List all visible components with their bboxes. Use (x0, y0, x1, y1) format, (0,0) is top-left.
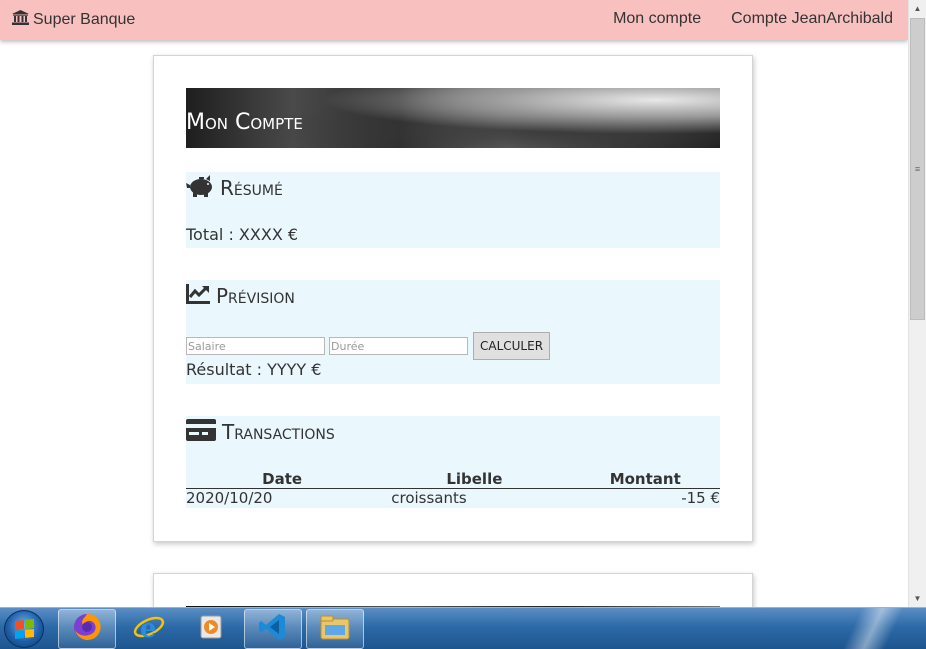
account-card: Mon Compte Résumé Total : XXXX € Prévisi… (153, 55, 753, 542)
taskbar-file-explorer[interactable] (306, 609, 364, 649)
chart-line-icon (186, 283, 210, 309)
taskbar-glow (806, 608, 926, 649)
taskbar-firefox[interactable] (58, 609, 116, 649)
top-navbar: Super Banque Mon compte Compte JeanArchi… (0, 0, 908, 40)
cell-montant: -15 € (681, 489, 720, 507)
brand-link[interactable]: Super Banque (12, 10, 135, 30)
media-player-icon (197, 613, 225, 646)
svg-text:e: e (140, 614, 157, 642)
scrollbar-thumb[interactable]: ≡ (910, 18, 925, 320)
column-header-date: Date (186, 470, 379, 489)
transactions-table: Date Libelle Montant 2020/10/20 croissan… (186, 470, 720, 507)
scroll-down-arrow-icon[interactable]: ▼ (909, 590, 926, 607)
prevision-title: Prévision (216, 284, 295, 308)
nav-link-compte-user[interactable]: Compte JeanArchibald (731, 10, 893, 28)
taskbar-media-player[interactable] (182, 609, 240, 649)
table-header-row: Date Libelle Montant (186, 470, 720, 489)
piggy-bank-icon (186, 174, 214, 202)
calculer-button[interactable]: CALCULER (473, 332, 551, 360)
windows-logo-icon (15, 618, 34, 639)
folder-icon (319, 613, 351, 646)
column-header-montant: Montant (570, 470, 720, 489)
nav-link-mon-compte[interactable]: Mon compte (613, 10, 701, 28)
transactions-section: Transactions Date Libelle Montant 2020/1… (186, 416, 720, 508)
page-title: Mon Compte (186, 109, 303, 135)
cell-libelle: croissants (391, 489, 467, 507)
resume-section: Résumé Total : XXXX € (186, 172, 720, 248)
credit-card-icon (186, 418, 216, 446)
resume-title: Résumé (220, 176, 283, 200)
prevision-section: Prévision CALCULER Résultat : YYYY € (186, 280, 720, 384)
total-text: Total : XXXX € (186, 225, 299, 244)
brand-label: Super Banque (33, 11, 136, 28)
salaire-input[interactable] (186, 337, 325, 355)
bank-icon (12, 10, 29, 30)
cell-date: 2020/10/20 (186, 489, 273, 507)
internet-explorer-icon: e (133, 612, 165, 647)
vertical-scrollbar[interactable]: ▲ ≡ ▼ (908, 0, 926, 607)
taskbar-internet-explorer[interactable]: e (120, 609, 178, 649)
column-header-libelle: Libelle (378, 470, 571, 489)
duree-input[interactable] (329, 337, 468, 355)
result-text: Résultat : YYYY € (186, 360, 322, 379)
start-button[interactable] (4, 610, 44, 648)
firefox-icon (72, 612, 102, 647)
transactions-title: Transactions (222, 420, 335, 444)
vscode-icon (258, 612, 288, 647)
scroll-up-arrow-icon[interactable]: ▲ (909, 0, 926, 17)
table-row: 2020/10/20 croissants -15 € (186, 489, 720, 507)
os-taskbar: e (0, 607, 926, 649)
account-banner: Mon Compte (186, 88, 720, 148)
taskbar-vscode[interactable] (244, 609, 302, 649)
